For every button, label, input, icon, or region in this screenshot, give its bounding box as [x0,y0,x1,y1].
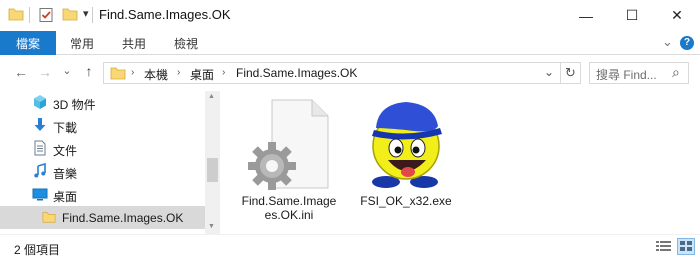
sidebar-item-label: Find.Same.Images.OK [62,211,184,225]
download-icon [32,117,48,136]
window-title: Find.Same.Images.OK [99,7,231,22]
desktop-icon [32,186,48,205]
sidebar-item-label: 下載 [53,121,78,135]
smiley-app-icon [364,98,448,193]
tab-label: 共用 [121,36,146,51]
close-icon: ✕ [671,7,683,23]
refresh-icon[interactable]: ↻ [565,65,576,81]
address-dropdown-icon[interactable]: ⌄ [544,65,554,79]
sidebar-item-music[interactable]: 音樂 [0,160,205,183]
title-bar: ▾ Find.Same.Images.OK — ☐ ✕ [0,0,700,31]
sidebar-item-label: 文件 [53,144,78,158]
back-icon[interactable]: ← [12,64,30,80]
sidebar-item-desktop[interactable]: 桌面 [0,183,205,206]
maximize-button[interactable]: ☐ [609,0,655,31]
breadcrumb-current-folder[interactable]: Find.Same.Images.OK [236,66,357,80]
ribbon-collapse-icon[interactable]: ⌄ [662,34,673,50]
file-item-ini[interactable]: Find.Same.Image es.OK.ini [236,98,342,228]
breadcrumb-separator[interactable]: › [131,67,134,78]
ribbon-tabs: 檔案 常用 共用 檢視 ⌄ ? [0,31,700,55]
sidebar-item-3d-objects[interactable]: 3D 物件 [0,91,205,114]
sidebar-item-current-folder[interactable]: Find.Same.Images.OK [0,206,205,229]
divider [560,63,561,83]
item-count: 2 個項目 [14,243,61,257]
cube-icon [32,94,48,113]
details-view-icon[interactable] [656,240,671,256]
tab-label: 常用 [69,36,94,51]
folder-icon [8,7,24,24]
sidebar-item-downloads[interactable]: 下載 [0,114,205,137]
close-button[interactable]: ✕ [654,0,700,31]
up-icon[interactable]: ↑ [80,63,98,79]
divider [92,7,93,23]
sidebar-item-label: 桌面 [53,190,78,204]
settings-file-icon [244,98,332,193]
file-name: FSI_OK_x32.exe [360,194,452,208]
folder-icon [42,210,56,227]
properties-icon[interactable] [38,7,54,26]
tab-file[interactable]: 檔案 [0,31,56,55]
search-icon[interactable]: ⌕ [672,64,680,81]
navigation-pane: 3D 物件 下載 文件 音樂 桌面 Find.Same.Images.OK [0,91,220,234]
document-icon [32,140,48,159]
breadcrumb-desktop[interactable]: 桌面 [190,66,214,83]
breadcrumb-separator[interactable]: › [177,67,180,78]
nav-scrollbar-thumb[interactable] [207,158,218,182]
scroll-up-icon[interactable]: ▲ [208,93,215,100]
help-icon[interactable]: ? [680,36,694,50]
new-folder-icon[interactable] [62,7,78,24]
forward-icon[interactable]: → [36,64,54,80]
divider [29,7,30,23]
address-bar[interactable]: › 本機 › 桌面 › Find.Same.Images.OK ⌄ ↻ [103,62,581,84]
search-input[interactable]: 搜尋 Find... ⌕ [589,62,689,84]
file-name-line-2: es.OK.ini [264,208,314,222]
recent-locations-icon[interactable]: ⌄ [58,64,76,77]
minimize-button[interactable]: — [563,0,609,31]
tab-label: 檢視 [173,36,198,51]
file-item-exe[interactable]: FSI_OK_x32.exe [350,98,462,228]
search-placeholder: 搜尋 Find... [596,68,657,82]
tab-label: 檔案 [15,36,40,51]
minimize-icon: — [579,7,593,24]
sidebar-item-label: 3D 物件 [53,98,96,112]
sidebar-item-documents[interactable]: 文件 [0,137,205,160]
music-icon [32,162,48,182]
breadcrumb-separator[interactable]: › [222,67,225,78]
folder-icon [110,66,126,83]
maximize-icon: ☐ [625,7,639,23]
quick-access-dropdown-icon[interactable]: ▾ [83,7,89,20]
status-bar: 2 個項目 [0,234,700,258]
file-name-line-1: Find.Same.Image [241,194,337,208]
tab-share[interactable]: 共用 [108,31,160,55]
tab-view[interactable]: 檢視 [160,31,212,55]
large-icons-view-icon[interactable] [677,238,695,255]
tab-home[interactable]: 常用 [56,31,108,55]
scroll-down-icon[interactable]: ▼ [208,223,215,230]
sidebar-item-label: 音樂 [53,167,78,181]
breadcrumb-this-pc[interactable]: 本機 [144,66,168,83]
